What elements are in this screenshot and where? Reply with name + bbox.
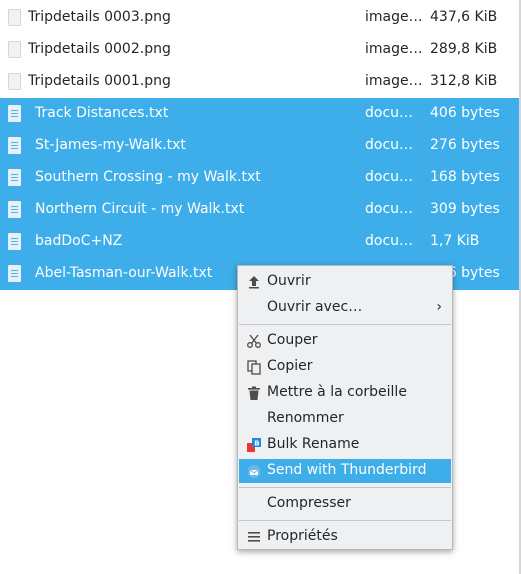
text-file-icon xyxy=(8,233,22,251)
menu-item-label: Mettre à la corbeille xyxy=(267,384,407,400)
file-type: image… xyxy=(365,73,423,89)
menu-item-label: Send with Thunderbird xyxy=(267,462,427,478)
copy-icon xyxy=(246,359,262,375)
file-name: St-James-my-Walk.txt xyxy=(35,137,186,153)
menu-item-label: Bulk Rename xyxy=(267,436,360,452)
file-type: docu… xyxy=(365,233,414,249)
menu-item-label: Compresser xyxy=(267,495,351,511)
text-file-icon xyxy=(8,105,22,123)
image-file-icon xyxy=(8,41,22,59)
trash-icon xyxy=(246,385,262,401)
file-name: Southern Crossing - my Walk.txt xyxy=(35,169,261,185)
svg-text:B: B xyxy=(254,440,259,448)
text-file-icon xyxy=(8,169,22,187)
file-row-selected[interactable]: Southern Crossing - my Walk.txt docu… 16… xyxy=(0,162,521,194)
menu-item-label: Renommer xyxy=(267,410,344,426)
menu-item-label: Copier xyxy=(267,358,313,374)
file-type: image… xyxy=(365,9,423,25)
file-type: image… xyxy=(365,41,423,57)
file-row-selected[interactable]: St-James-my-Walk.txt docu… 276 bytes xyxy=(0,130,521,162)
menu-item-label: Ouvrir avec… xyxy=(267,299,363,315)
file-name: Track Distances.txt xyxy=(35,105,169,121)
file-type: docu… xyxy=(365,105,414,121)
menu-separator xyxy=(239,487,451,488)
file-name: Tripdetails 0001.png xyxy=(28,73,171,89)
file-type: docu… xyxy=(365,137,414,153)
chevron-right-icon: › xyxy=(436,299,442,315)
bulk-rename-icon: B xyxy=(246,437,262,453)
menu-item-label: Ouvrir xyxy=(267,273,311,289)
file-type: docu… xyxy=(365,201,414,217)
menu-separator xyxy=(239,324,451,325)
text-file-icon xyxy=(8,201,22,219)
file-row[interactable]: Tripdetails 0001.png image… 312,8 KiB xyxy=(0,66,521,98)
image-file-icon xyxy=(8,73,22,91)
properties-icon xyxy=(246,529,262,545)
file-name: Tripdetails 0003.png xyxy=(28,9,171,25)
file-name: Abel-Tasman-our-Walk.txt xyxy=(35,265,213,281)
scissors-icon xyxy=(246,333,262,349)
menu-item-send-thunderbird[interactable]: Send with Thunderbird xyxy=(239,459,451,483)
menu-item-copy[interactable]: Copier xyxy=(239,355,451,379)
menu-item-rename[interactable]: Renommer xyxy=(239,407,451,431)
menu-separator xyxy=(239,520,451,521)
arrow-up-icon xyxy=(246,274,262,290)
menu-item-cut[interactable]: Couper xyxy=(239,329,451,353)
file-size: 309 bytes xyxy=(430,201,500,217)
file-size: 276 bytes xyxy=(430,137,500,153)
file-row-selected[interactable]: Northern Circuit - my Walk.txt docu… 309… xyxy=(0,194,521,226)
menu-item-label: Propriétés xyxy=(267,528,338,544)
menu-item-bulk-rename[interactable]: B Bulk Rename xyxy=(239,433,451,457)
menu-item-open[interactable]: Ouvrir xyxy=(239,270,451,294)
file-name: badDoC+NZ xyxy=(35,233,123,249)
text-file-icon xyxy=(8,137,22,155)
file-row-selected[interactable]: badDoC+NZ docu… 1,7 KiB xyxy=(0,226,521,258)
file-size: 168 bytes xyxy=(430,169,500,185)
menu-item-label: Couper xyxy=(267,332,318,348)
menu-item-compress[interactable]: Compresser xyxy=(239,492,451,516)
file-type: docu… xyxy=(365,169,414,185)
file-name: Northern Circuit - my Walk.txt xyxy=(35,201,245,217)
file-row-selected[interactable]: Track Distances.txt docu… 406 bytes xyxy=(0,98,521,130)
thunderbird-icon xyxy=(246,463,262,479)
file-size: 1,7 KiB xyxy=(430,233,480,249)
context-menu: Ouvrir Ouvrir avec… › Couper Copier Mett… xyxy=(237,265,453,550)
file-size: 289,8 KiB xyxy=(430,41,498,57)
file-row[interactable]: Tripdetails 0002.png image… 289,8 KiB xyxy=(0,34,521,66)
file-row[interactable]: Tripdetails 0003.png image… 437,6 KiB xyxy=(0,2,521,34)
file-size: 312,8 KiB xyxy=(430,73,498,89)
file-size: 406 bytes xyxy=(430,105,500,121)
menu-item-properties[interactable]: Propriétés xyxy=(239,525,451,549)
image-file-icon xyxy=(8,9,22,27)
file-size: 437,6 KiB xyxy=(430,9,498,25)
menu-item-trash[interactable]: Mettre à la corbeille xyxy=(239,381,451,405)
menu-item-open-with[interactable]: Ouvrir avec… › xyxy=(239,296,451,320)
file-name: Tripdetails 0002.png xyxy=(28,41,171,57)
text-file-icon xyxy=(8,265,22,283)
